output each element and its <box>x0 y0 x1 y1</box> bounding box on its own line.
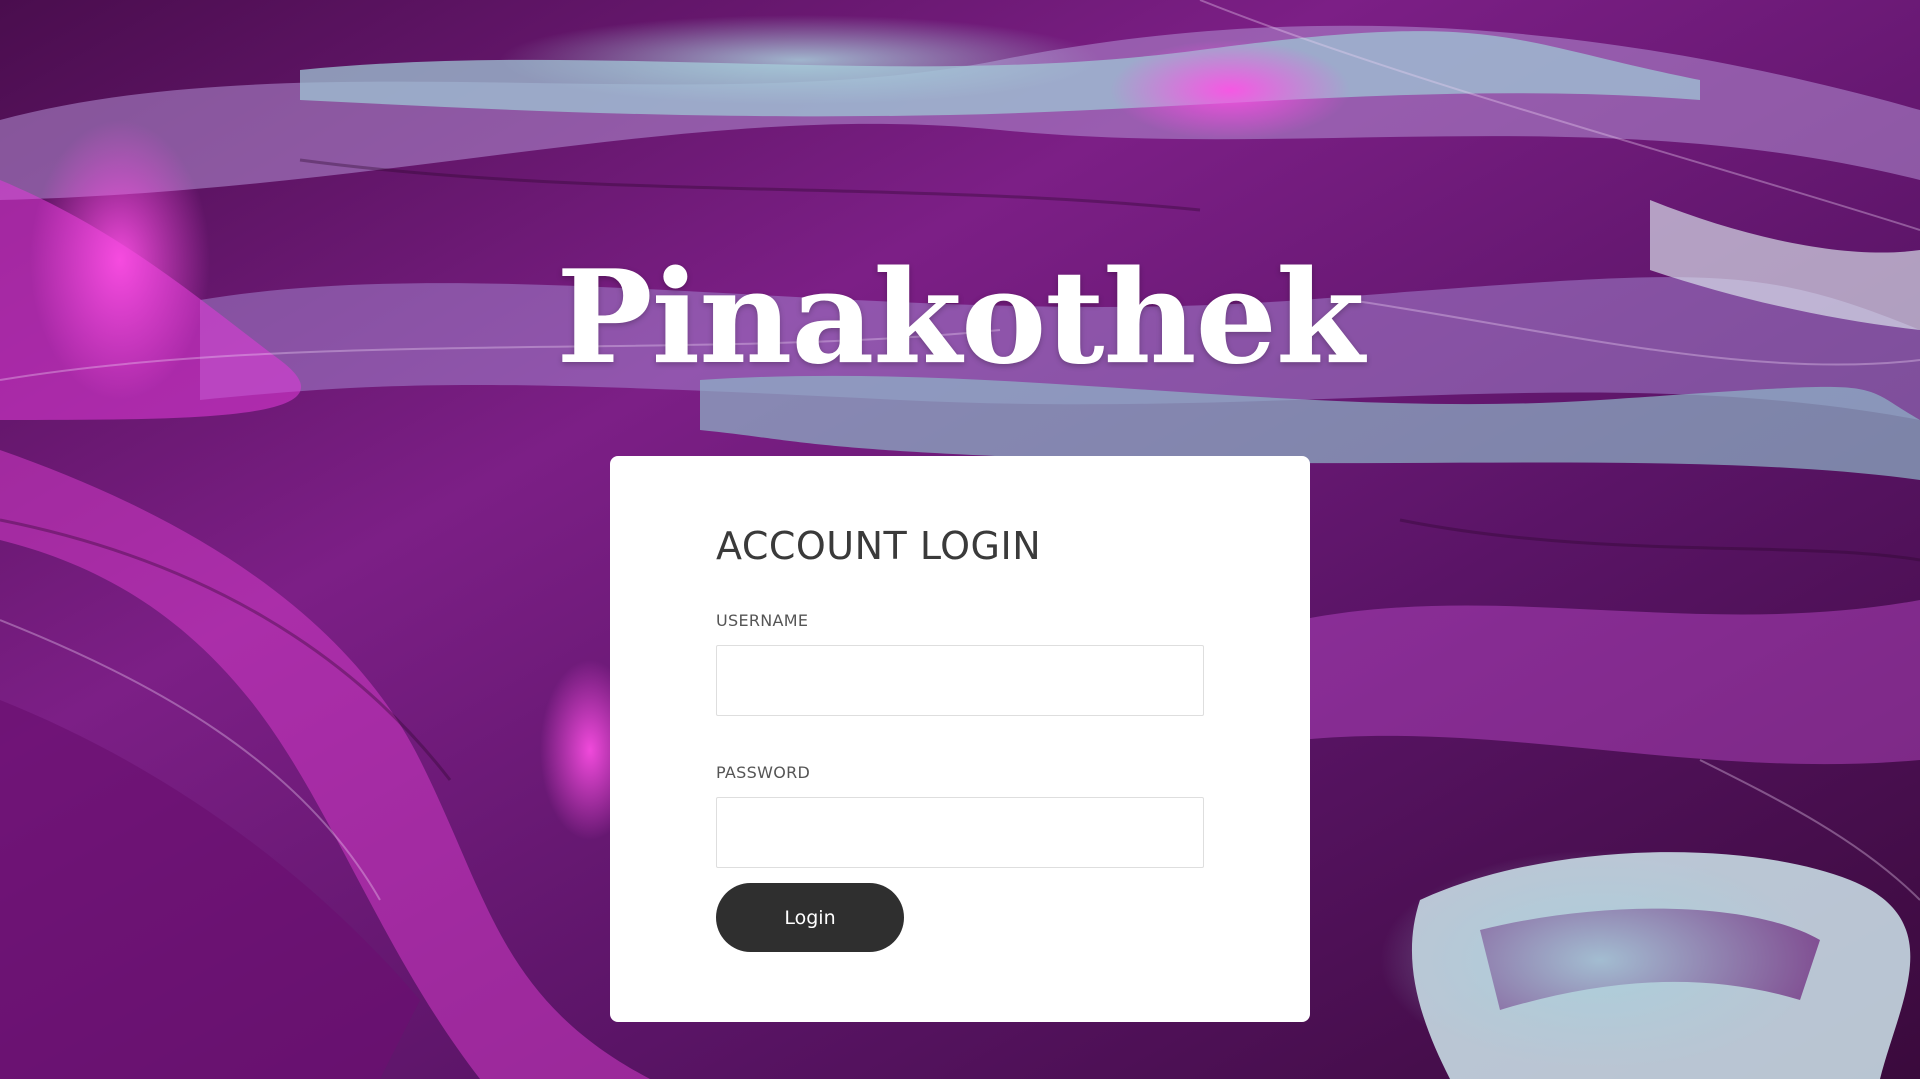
password-label: PASSWORD <box>716 763 811 782</box>
username-input[interactable] <box>716 645 1204 716</box>
login-card: ACCOUNT LOGIN USERNAME PASSWORD Login <box>610 456 1310 1022</box>
username-label: USERNAME <box>716 611 809 630</box>
login-heading: ACCOUNT LOGIN <box>716 524 1042 568</box>
password-input[interactable] <box>716 797 1204 868</box>
login-button[interactable]: Login <box>716 883 904 952</box>
brand-title: Pinakothek <box>556 243 1364 393</box>
